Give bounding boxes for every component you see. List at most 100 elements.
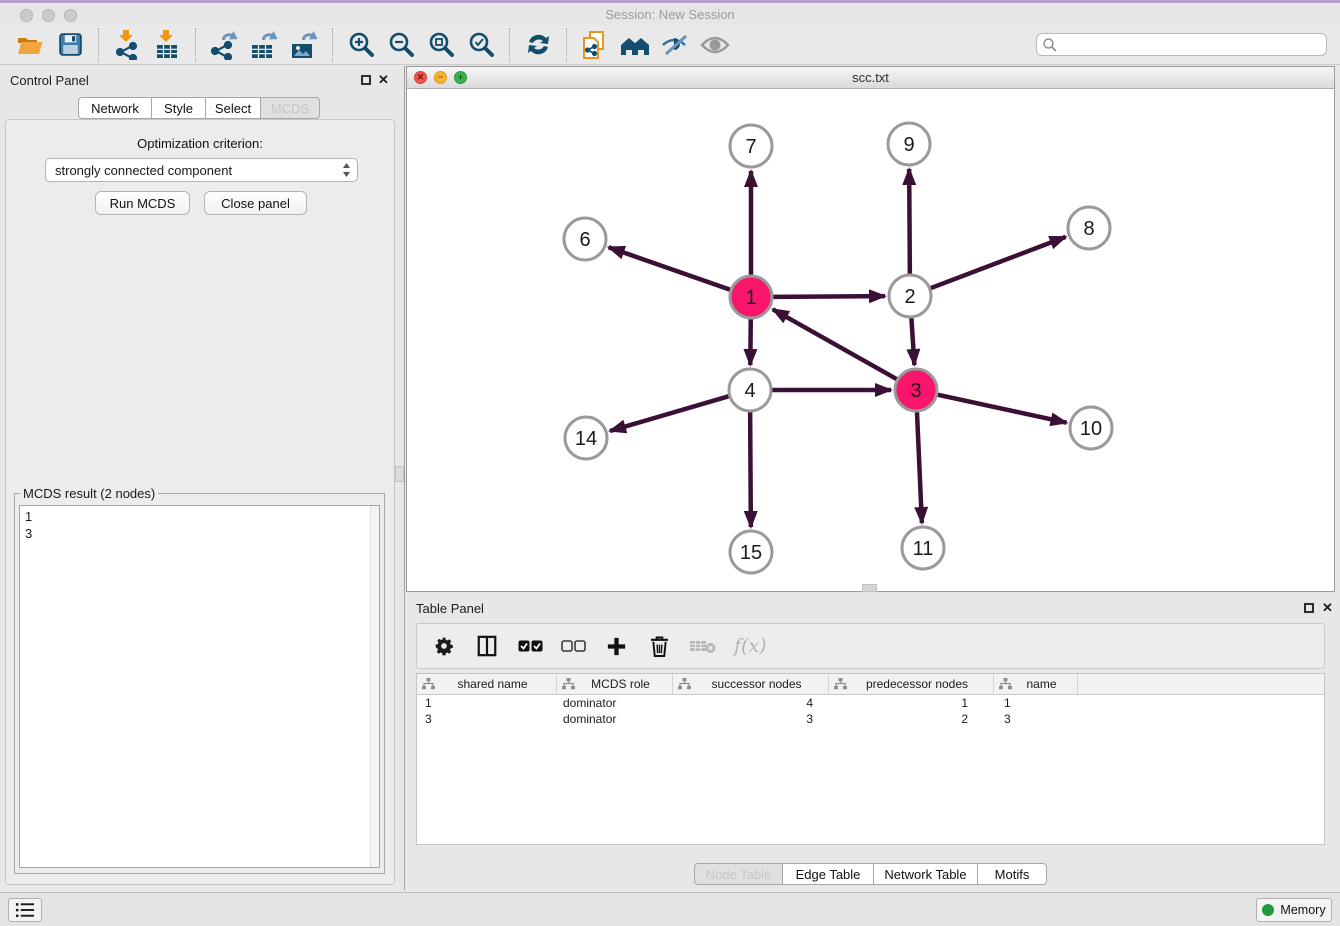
column-header-successor-nodes[interactable]: successor nodes: [673, 674, 829, 694]
graph-edge-4-14[interactable]: [610, 396, 729, 431]
column-header-shared-name[interactable]: shared name: [417, 674, 557, 694]
column-tree-icon: [562, 678, 575, 690]
window-title: Session: New Session: [0, 7, 1340, 22]
graph-edge-1-2[interactable]: [773, 296, 885, 297]
graph-node-label: 6: [579, 229, 590, 251]
table-cell: dominator: [557, 695, 673, 711]
memory-button[interactable]: Memory: [1256, 898, 1332, 922]
panel-splitter[interactable]: [404, 66, 405, 890]
column-header-name[interactable]: name: [994, 674, 1078, 694]
first-neighbors-icon[interactable]: [618, 29, 652, 61]
zoom-fit-icon[interactable]: [424, 29, 458, 61]
column-header-predecessor-nodes[interactable]: predecessor nodes: [829, 674, 994, 694]
search-field[interactable]: [1036, 33, 1327, 56]
table-cell: 1: [829, 695, 994, 711]
graph-node-label: 10: [1080, 418, 1102, 440]
tab-select[interactable]: Select: [205, 97, 261, 119]
refresh-network-icon[interactable]: [521, 29, 555, 61]
import-network-icon[interactable]: [110, 29, 144, 61]
toolbar-separator: [332, 28, 333, 62]
close-table-panel-icon[interactable]: ✕: [1322, 600, 1333, 616]
network-window-titlebar[interactable]: ✕ − + scc.txt: [407, 67, 1334, 89]
network-resize-handle[interactable]: [862, 584, 877, 592]
graph-node-label: 14: [575, 428, 597, 450]
zoom-in-icon[interactable]: [344, 29, 378, 61]
save-session-icon[interactable]: [53, 29, 87, 61]
float-table-panel-icon[interactable]: [1304, 603, 1314, 613]
clone-network-icon[interactable]: [578, 29, 612, 61]
select-all-icon[interactable]: [517, 631, 543, 661]
column-tree-icon: [678, 678, 691, 690]
task-history-button[interactable]: [8, 898, 42, 922]
function-builder-icon[interactable]: f(x): [734, 631, 767, 661]
criterion-dropdown-value: strongly connected component: [55, 163, 342, 178]
network-canvas[interactable]: 1234678910111415: [407, 89, 1334, 591]
graph-edge-4-15[interactable]: [750, 412, 751, 527]
graph-node-label: 2: [904, 286, 915, 308]
tab-style[interactable]: Style: [151, 97, 206, 119]
graph-node-label: 4: [744, 380, 755, 402]
delete-column-icon[interactable]: [646, 631, 672, 661]
column-header-MCDS-role[interactable]: MCDS role: [557, 674, 673, 694]
graph-edge-1-6[interactable]: [609, 247, 731, 289]
control-panel-header: Control Panel ✕: [0, 66, 401, 96]
criterion-dropdown[interactable]: strongly connected component: [45, 158, 358, 182]
graph-edge-3-1[interactable]: [773, 309, 897, 379]
tab-network-table[interactable]: Network Table: [873, 863, 978, 885]
export-network-icon[interactable]: [207, 29, 241, 61]
hide-panels-icon[interactable]: [658, 29, 692, 61]
tab-motifs[interactable]: Motifs: [977, 863, 1047, 885]
graph-node-label: 9: [903, 134, 914, 156]
search-input[interactable]: [1058, 36, 1326, 54]
control-panel-tabs: Network Style Select MCDS: [78, 97, 320, 119]
control-panel-title: Control Panel: [10, 73, 89, 88]
deselect-all-icon[interactable]: [560, 631, 586, 661]
table-cell: 1: [417, 695, 557, 711]
mcds-result-title: MCDS result (2 nodes): [20, 486, 158, 501]
dropdown-stepper-icon: [342, 162, 351, 178]
tab-node-table[interactable]: Node Table: [694, 863, 783, 885]
graph-edge-2-8[interactable]: [931, 237, 1066, 288]
open-session-icon[interactable]: [13, 29, 47, 61]
export-table-icon[interactable]: [247, 29, 281, 61]
memory-status-icon: [1262, 904, 1274, 916]
import-table-icon[interactable]: [150, 29, 184, 61]
network-canvas-svg: 1234678910111415: [407, 89, 1334, 591]
tab-edge-table[interactable]: Edge Table: [782, 863, 874, 885]
float-panel-icon[interactable]: [361, 75, 371, 85]
mcds-result-textarea[interactable]: 1 3: [19, 505, 380, 868]
table-cell: 1: [994, 695, 1078, 711]
table-row[interactable]: 3dominator323: [417, 711, 1324, 727]
tab-network[interactable]: Network: [78, 97, 152, 119]
run-mcds-button[interactable]: Run MCDS: [95, 191, 190, 215]
toolbar-separator: [98, 28, 99, 62]
graph-edge-3-11[interactable]: [917, 412, 922, 523]
export-image-icon[interactable]: [287, 29, 321, 61]
table-settings-icon[interactable]: [431, 631, 457, 661]
main-titlebar: Session: New Session: [0, 3, 1340, 25]
table-toolbar: f(x): [416, 623, 1325, 669]
search-icon: [1042, 37, 1058, 53]
graph-edge-2-3[interactable]: [911, 318, 914, 365]
add-column-icon[interactable]: [603, 631, 629, 661]
close-panel-icon[interactable]: ✕: [378, 72, 389, 88]
tab-mcds[interactable]: MCDS: [260, 97, 320, 119]
close-panel-button[interactable]: Close panel: [204, 191, 307, 215]
zoom-out-icon[interactable]: [384, 29, 418, 61]
graph-node-label: 7: [745, 136, 756, 158]
show-graphics-details-icon[interactable]: [698, 29, 732, 61]
graph-edge-3-10[interactable]: [937, 395, 1066, 423]
table-cell: 3: [673, 711, 829, 727]
splitter-handle[interactable]: [395, 466, 404, 482]
column-tree-icon: [422, 678, 435, 690]
delete-table-icon[interactable]: [689, 631, 717, 661]
split-table-icon[interactable]: [474, 631, 500, 661]
graph-node-label: 1: [745, 287, 756, 309]
toolbar-separator: [509, 28, 510, 62]
node-table[interactable]: shared nameMCDS rolesuccessor nodesprede…: [416, 673, 1325, 845]
zoom-selected-icon[interactable]: [464, 29, 498, 61]
result-scrollbar[interactable]: [370, 506, 379, 867]
mcds-panel-body: Optimization criterion: strongly connect…: [5, 119, 395, 885]
graph-edge-2-9[interactable]: [909, 169, 910, 274]
table-row[interactable]: 1dominator411: [417, 695, 1324, 711]
